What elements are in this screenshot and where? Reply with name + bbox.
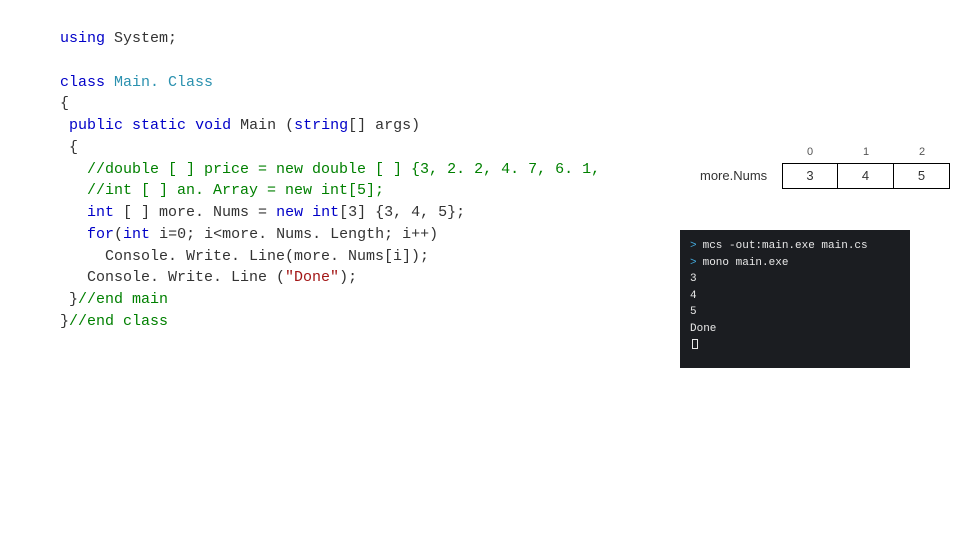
array-cell: 4 (838, 163, 894, 189)
array-index: 1 (838, 145, 894, 161)
terminal-cursor-line (690, 337, 900, 354)
terminal-cmd: mono main.exe (703, 257, 789, 269)
string-literal: "Done" (285, 269, 339, 286)
array-diagram: 0 1 2 more.Nums 3 4 5 (700, 145, 950, 189)
terminal-output-line: 5 (690, 304, 900, 321)
terminal-cmd: mcs -out:main.exe main.cs (703, 240, 868, 252)
prompt-icon: > (690, 257, 697, 269)
code-block: using System; class Main. Class { public… (60, 28, 600, 333)
kw-using: using (60, 30, 105, 47)
array-index: 2 (894, 145, 950, 161)
array-cell: 3 (782, 163, 838, 189)
terminal-cmd-line: > mono main.exe (690, 255, 900, 272)
class-name: Main. Class (114, 74, 213, 91)
terminal: > mcs -out:main.exe main.cs > mono main.ex… (680, 230, 910, 368)
terminal-output-line: Done (690, 321, 900, 338)
prompt-icon: > (690, 240, 697, 252)
array-index: 0 (782, 145, 838, 161)
kw-class: class (60, 74, 105, 91)
terminal-output-line: 3 (690, 271, 900, 288)
code-pre: using System; class Main. Class { public… (60, 28, 600, 333)
comment-line: //double [ ] price = new double [ ] {3, … (60, 161, 600, 178)
comment-line: //int [ ] an. Array = new int[5]; (60, 182, 384, 199)
terminal-cmd-line: > mcs -out:main.exe main.cs (690, 238, 900, 255)
cursor-icon (692, 339, 698, 349)
terminal-output-line: 4 (690, 288, 900, 305)
array-label: more.Nums (700, 163, 782, 189)
array-indices: 0 1 2 (782, 145, 950, 161)
array-cell: 5 (894, 163, 950, 189)
